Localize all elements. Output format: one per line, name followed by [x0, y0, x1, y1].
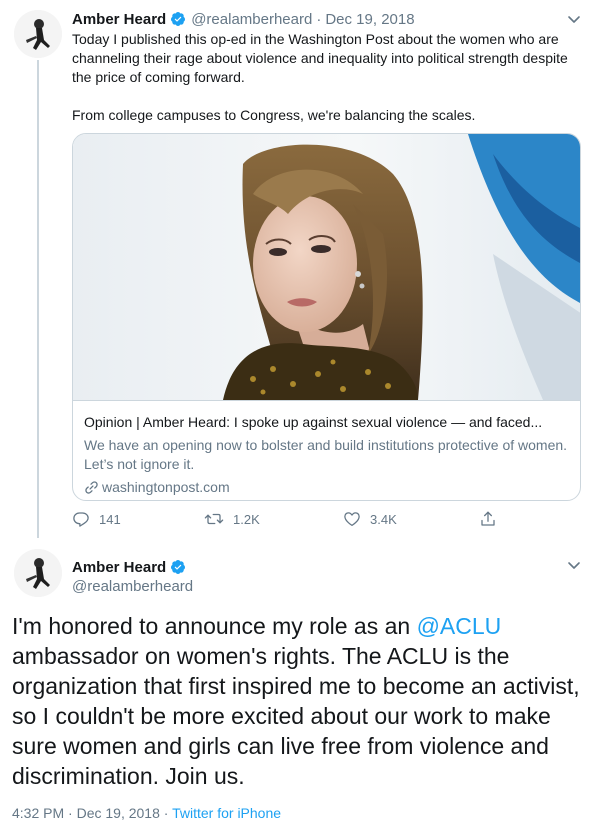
- chevron-down-icon[interactable]: [566, 557, 582, 573]
- tweet-header: Amber Heard @realamberheard · Dec 19, 20…: [72, 9, 415, 29]
- link-icon: [85, 481, 98, 494]
- chevron-down-icon[interactable]: [566, 11, 582, 27]
- share-icon: [481, 511, 495, 526]
- verified-badge-icon: [171, 12, 186, 26]
- tweet-text: Today I published this op-ed in the Wash…: [72, 30, 572, 125]
- card-body: Opinion | Amber Heard: I spoke up agains…: [73, 400, 580, 497]
- author-name[interactable]: Amber Heard: [72, 559, 166, 576]
- tweet-text-paragraph: From college campuses to Congress, we're…: [72, 107, 476, 123]
- mention-link[interactable]: @ACLU: [417, 613, 502, 639]
- meta-separator: ·: [64, 805, 77, 821]
- card-domain: washingtonpost.com: [84, 478, 569, 497]
- tweet-meta: 4:32 PM · Dec 19, 2018 · Twitter for iPh…: [12, 805, 281, 821]
- reply-button[interactable]: 141: [72, 510, 121, 528]
- like-icon: [344, 512, 360, 527]
- retweet-button[interactable]: 1.2K: [204, 510, 260, 528]
- card-title: Opinion | Amber Heard: I spoke up agains…: [84, 414, 543, 430]
- tweet-text: I'm honored to announce my role as an @A…: [12, 611, 582, 791]
- card-domain-text: washingtonpost.com: [102, 479, 230, 495]
- tweet-time[interactable]: 4:32 PM: [12, 805, 64, 821]
- header-separator: ·: [316, 10, 322, 28]
- like-button[interactable]: 3.4K: [343, 510, 397, 528]
- reply-icon: [73, 512, 89, 527]
- retweet-icon: [204, 513, 224, 525]
- tweet-text-segment: I'm honored to announce my role as an: [12, 613, 417, 639]
- card-description: We have an opening now to bolster and bu…: [84, 437, 568, 472]
- author-avatar[interactable]: [14, 549, 62, 597]
- share-button[interactable]: [479, 510, 506, 528]
- tweet-source-link[interactable]: Twitter for iPhone: [172, 805, 281, 821]
- tweet-text-segment: ambassador on women's rights. The ACLU i…: [12, 643, 580, 789]
- retweet-count: 1.2K: [233, 511, 260, 527]
- tweet-date[interactable]: Dec 19, 2018: [77, 805, 160, 821]
- tweet-text-paragraph: Today I published this op-ed in the Wash…: [72, 31, 568, 85]
- author-handle[interactable]: @realamberheard: [191, 11, 312, 28]
- card-image: [73, 134, 580, 400]
- link-preview-card[interactable]: Opinion | Amber Heard: I spoke up agains…: [72, 133, 581, 501]
- meta-separator: ·: [159, 805, 173, 821]
- author-avatar[interactable]: [14, 10, 62, 58]
- author-name[interactable]: Amber Heard: [72, 11, 166, 28]
- verified-badge-icon: [171, 560, 186, 574]
- thread-connector-line: [37, 60, 39, 538]
- avatar-image: [14, 549, 62, 597]
- like-count: 3.4K: [370, 511, 397, 527]
- tweet-date[interactable]: Dec 19, 2018: [325, 11, 414, 28]
- avatar-image: [14, 10, 62, 58]
- tweet-author-block: Amber Heard @realamberheard: [72, 557, 193, 597]
- reply-count: 141: [99, 511, 121, 527]
- author-handle[interactable]: @realamberheard: [72, 577, 193, 597]
